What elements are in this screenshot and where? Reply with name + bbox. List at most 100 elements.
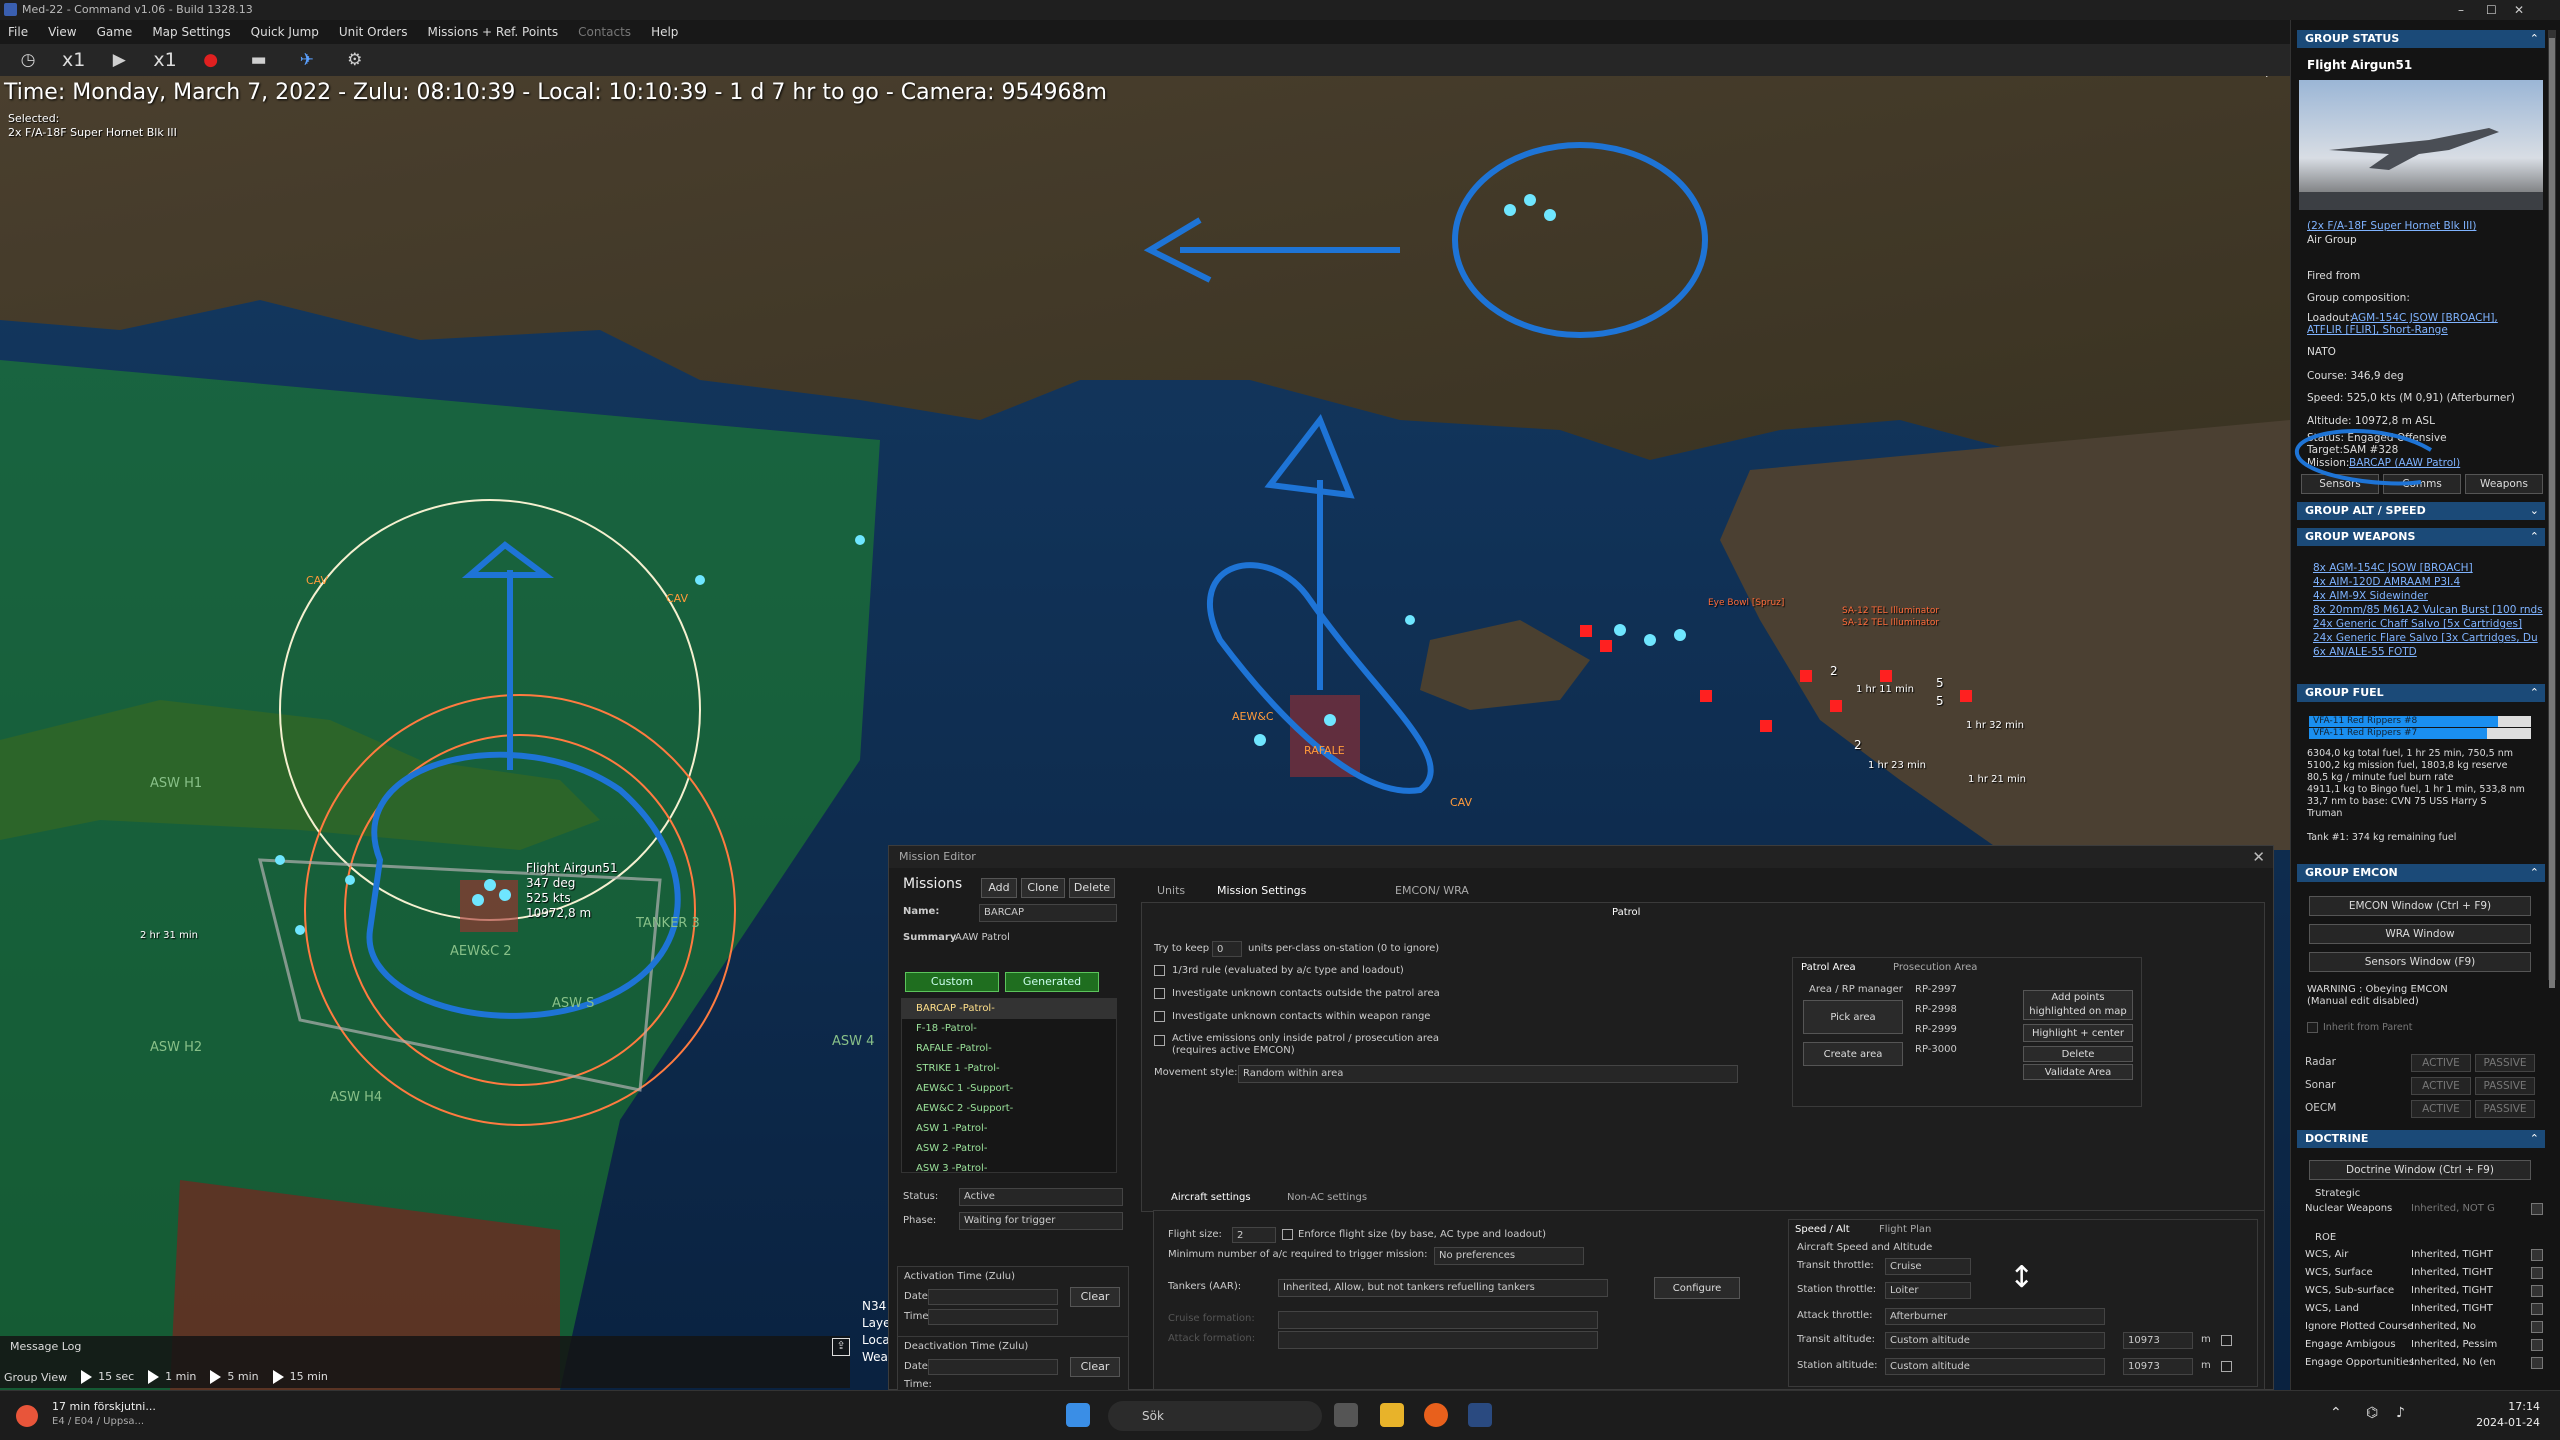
tab-flight-plan[interactable]: Flight Plan [1879, 1224, 1931, 1235]
activation-time-input[interactable] [928, 1309, 1058, 1325]
mission-item[interactable]: F-18 -Patrol- [902, 1019, 1116, 1039]
wra-window-button[interactable]: WRA Window [2309, 924, 2531, 944]
tab-aircraft-settings[interactable]: Aircraft settings [1171, 1192, 1251, 1203]
transit-altitude-checkbox[interactable] [2221, 1335, 2232, 1346]
station-throttle-select[interactable]: Loiter [1885, 1282, 1971, 1299]
menu-view[interactable]: View [48, 25, 76, 39]
rp-item[interactable]: RP-2998 [1915, 1004, 1957, 1015]
tab-mission-settings[interactable]: Mission Settings [1217, 884, 1306, 897]
notification-icon[interactable] [16, 1405, 38, 1427]
weapon-item[interactable]: 24x Generic Flare Salvo [3x Cartridges, … [2313, 632, 2538, 644]
flight-name-label[interactable]: Flight Airgun51 [526, 861, 618, 875]
group-status-header[interactable]: GROUP STATUS ⌃ [2297, 30, 2545, 48]
mission-editor-close-icon[interactable]: ✕ [2252, 848, 2265, 866]
station-altitude-input[interactable]: 10973 [2123, 1358, 2193, 1375]
configure-button[interactable]: Configure [1654, 1277, 1740, 1299]
mission-item[interactable]: ASW 2 -Patrol- [902, 1139, 1116, 1159]
close-button[interactable]: ✕ [2514, 0, 2524, 20]
unit-type-link[interactable]: (2x F/A-18F Super Hornet Blk III) [2307, 220, 2476, 232]
menu-quick-jump[interactable]: Quick Jump [251, 25, 319, 39]
clone-mission-button[interactable]: Clone [1021, 878, 1065, 898]
highlight-center-button[interactable]: Highlight + center [2023, 1024, 2133, 1042]
deactivation-clear-button[interactable]: Clear [1070, 1357, 1120, 1377]
mission-item[interactable]: ASW 1 -Patrol- [902, 1119, 1116, 1139]
weapon-item[interactable]: 8x 20mm/85 M61A2 Vulcan Burst [100 rnds [2313, 604, 2543, 616]
windows-start-icon[interactable] [1066, 1403, 1090, 1427]
step-15min[interactable]: 15 min [272, 1370, 328, 1384]
panel-scrollbar[interactable] [2548, 30, 2556, 988]
tankers-select[interactable]: Inherited, Allow, but not tankers refuel… [1278, 1279, 1608, 1297]
ship-icon[interactable]: ▬ [245, 48, 273, 72]
message-log[interactable]: Message Log ⇪ Group View 15 sec 1 min 5 … [0, 1336, 850, 1388]
roe-row[interactable]: WCS, Air Inherited, TIGHT [2305, 1246, 2545, 1264]
step-5min[interactable]: 5 min [210, 1370, 259, 1384]
taskbar-clock[interactable]: 17:14 2024-01-24 [2476, 1399, 2540, 1431]
investigate-outside-checkbox[interactable] [1154, 988, 1165, 999]
enforce-flight-size-checkbox[interactable] [1282, 1229, 1293, 1240]
file-explorer-icon[interactable] [1380, 1403, 1404, 1427]
doctrine-header[interactable]: DOCTRINE ⌃ [2297, 1130, 2545, 1148]
attack-formation-select[interactable] [1278, 1331, 1598, 1349]
activation-clear-button[interactable]: Clear [1070, 1287, 1120, 1307]
deactivation-date-input[interactable] [928, 1359, 1058, 1375]
tray-chevron-icon[interactable]: ⌃ [2330, 1405, 2342, 1421]
roe-row[interactable]: Engage Opportunities Inherited, No (en [2305, 1354, 2545, 1372]
tab-prosecution-area[interactable]: Prosecution Area [1893, 962, 1977, 973]
group-alt-speed-header[interactable]: GROUP ALT / SPEED ⌄ [2297, 502, 2545, 520]
roe-row[interactable]: Ignore Plotted Course Inherited, No [2305, 1318, 2545, 1336]
investigate-within-checkbox[interactable] [1154, 1011, 1165, 1022]
min-aircraft-select[interactable]: No preferences [1434, 1247, 1584, 1265]
loadout-link-2[interactable]: ATFLIR [FLIR], Short-Range [2307, 324, 2448, 336]
loadout-link[interactable]: AGM-154C JSOW [BROACH], [2351, 312, 2498, 324]
inherit-parent-checkbox[interactable] [2307, 1022, 2318, 1033]
menu-unit-orders[interactable]: Unit Orders [339, 25, 408, 39]
group-weapons-header[interactable]: GROUP WEAPONS ⌃ [2297, 528, 2545, 546]
station-altitude-checkbox[interactable] [2221, 1361, 2232, 1372]
mission-list[interactable]: BARCAP -Patrol- F-18 -Patrol- RAFALE -Pa… [901, 998, 1117, 1174]
group-fuel-header[interactable]: GROUP FUEL ⌃ [2297, 684, 2545, 702]
transit-altitude-select[interactable]: Custom altitude [1885, 1332, 2105, 1349]
attack-throttle-select[interactable]: Afterburner [1885, 1308, 2105, 1325]
tab-patrol-area[interactable]: Patrol Area [1801, 962, 1856, 973]
status-select[interactable]: Active [959, 1188, 1123, 1206]
filter-generated-button[interactable]: Generated [1005, 972, 1099, 992]
selected-unit-name[interactable]: 2x F/A-18F Super Hornet Blk III [8, 126, 177, 140]
weapon-item[interactable]: 24x Generic Chaff Salvo [5x Cartridges] [2313, 618, 2522, 630]
tab-emcon-wra[interactable]: EMCON/ WRA [1395, 884, 1469, 897]
doctrine-window-button[interactable]: Doctrine Window (Ctrl + F9) [2309, 1160, 2531, 1180]
step-1min[interactable]: 1 min [148, 1370, 196, 1384]
radar-passive-button[interactable]: PASSIVE [2475, 1054, 2535, 1072]
maximize-button[interactable]: ☐ [2486, 0, 2497, 20]
oecm-passive-button[interactable]: PASSIVE [2475, 1100, 2535, 1118]
active-emissions-checkbox[interactable] [1154, 1035, 1165, 1046]
activation-date-input[interactable] [928, 1289, 1058, 1305]
add-points-button[interactable]: Add points highlighted on map [2023, 990, 2133, 1020]
rp-item[interactable]: RP-3000 [1915, 1044, 1957, 1055]
task-view-icon[interactable] [1334, 1403, 1358, 1427]
rp-item[interactable]: RP-2999 [1915, 1024, 1957, 1035]
sonar-active-button[interactable]: ACTIVE [2411, 1077, 2471, 1095]
menu-map-settings[interactable]: Map Settings [152, 25, 230, 39]
nuclear-row[interactable]: Nuclear Weapons Inherited, NOT G [2305, 1200, 2545, 1218]
step-15sec[interactable]: 15 sec [81, 1370, 134, 1384]
notification-title[interactable]: 17 min förskjutni... [52, 1400, 156, 1413]
group-emcon-header[interactable]: GROUP EMCON ⌃ [2297, 864, 2545, 882]
panel-toggle-icon[interactable]: ▶ [2266, 76, 2278, 79]
sensors-window-button[interactable]: Sensors Window (F9) [2309, 952, 2531, 972]
pick-area-button[interactable]: Pick area [1803, 1000, 1903, 1034]
record-icon[interactable]: ● [197, 48, 225, 72]
mission-item[interactable]: AEW&C 1 -Support- [902, 1079, 1116, 1099]
create-area-button[interactable]: Create area [1803, 1042, 1903, 1066]
tab-speed-alt[interactable]: Speed / Alt [1795, 1224, 1850, 1235]
transit-altitude-input[interactable]: 10973 [2123, 1332, 2193, 1349]
taskbar-search[interactable]: Sök [1108, 1401, 1322, 1431]
mission-item[interactable]: BARCAP -Patrol- [902, 999, 1116, 1019]
validate-area-button[interactable]: Validate Area [2023, 1064, 2133, 1080]
weapon-item[interactable]: 6x AN/ALE-55 FOTD [2313, 646, 2417, 658]
weapon-item[interactable]: 8x AGM-154C JSOW [BROACH] [2313, 562, 2473, 574]
mission-name-input[interactable]: BARCAP [979, 904, 1117, 922]
filter-custom-button[interactable]: Custom [905, 972, 999, 992]
roe-row[interactable]: WCS, Surface Inherited, TIGHT [2305, 1264, 2545, 1282]
try-keep-input[interactable]: 0 [1212, 941, 1242, 957]
gear-icon[interactable]: ⚙ [341, 48, 369, 72]
